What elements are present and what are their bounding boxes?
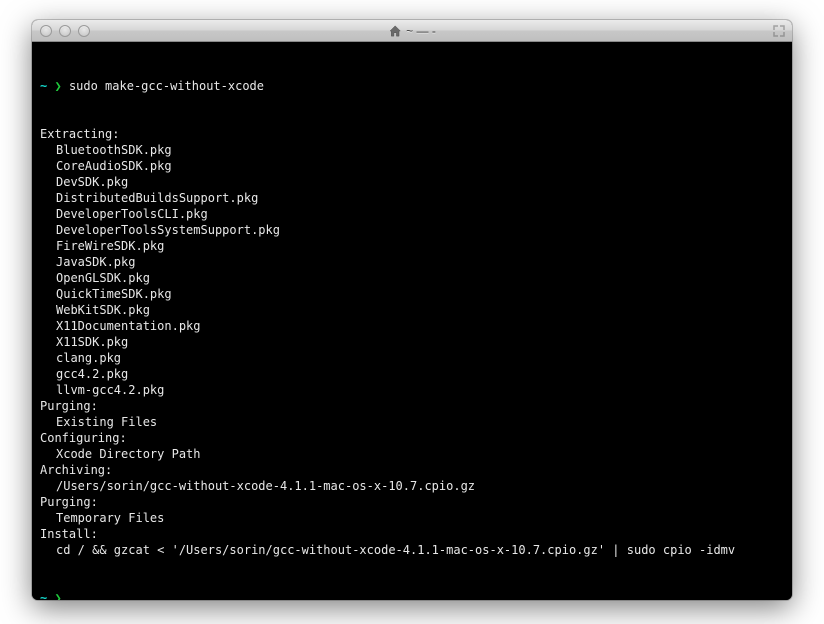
prompt-dir: ~ (40, 79, 47, 93)
output-section-header: Extracting: (40, 126, 784, 142)
close-button[interactable] (40, 25, 52, 37)
output-item: BluetoothSDK.pkg (40, 142, 784, 158)
output-item: gcc4.2.pkg (40, 366, 784, 382)
output-item: cd / && gzcat < '/Users/sorin/gcc-withou… (40, 542, 784, 558)
window-title: ~ — - (388, 24, 436, 38)
output-item: X11SDK.pkg (40, 334, 784, 350)
output-section-header: Archiving: (40, 462, 784, 478)
output: Extracting:BluetoothSDK.pkgCoreAudioSDK.… (40, 126, 784, 558)
prompt-line: ~ ❯ sudo make-gcc-without-xcode (40, 78, 784, 94)
output-item: DevSDK.pkg (40, 174, 784, 190)
output-item: DeveloperToolsSystemSupport.pkg (40, 222, 784, 238)
home-icon (388, 25, 402, 37)
prompt-dir: ~ (40, 591, 47, 600)
output-item: WebKitSDK.pkg (40, 302, 784, 318)
output-section-header: Install: (40, 526, 784, 542)
output-item: DeveloperToolsCLI.pkg (40, 206, 784, 222)
prompt-arrow: ❯ (54, 79, 61, 93)
prompt-line-2: ~ ❯ (40, 590, 784, 600)
output-section-header: Purging: (40, 398, 784, 414)
window-title-text: ~ — - (406, 24, 436, 38)
output-item: QuickTimeSDK.pkg (40, 286, 784, 302)
titlebar[interactable]: ~ — - (32, 20, 792, 42)
output-item: llvm-gcc4.2.pkg (40, 382, 784, 398)
output-item: /Users/sorin/gcc-without-xcode-4.1.1-mac… (40, 478, 784, 494)
output-item: Xcode Directory Path (40, 446, 784, 462)
output-item: FireWireSDK.pkg (40, 238, 784, 254)
output-item: clang.pkg (40, 350, 784, 366)
zoom-button[interactable] (78, 25, 90, 37)
output-section-header: Configuring: (40, 430, 784, 446)
prompt-arrow: ❯ (54, 591, 61, 600)
output-item: JavaSDK.pkg (40, 254, 784, 270)
fullscreen-button[interactable] (772, 24, 786, 38)
output-item: DistributedBuildsSupport.pkg (40, 190, 784, 206)
output-item: CoreAudioSDK.pkg (40, 158, 784, 174)
minimize-button[interactable] (59, 25, 71, 37)
output-item: X11Documentation.pkg (40, 318, 784, 334)
command-text: sudo make-gcc-without-xcode (69, 79, 264, 93)
output-section-header: Purging: (40, 494, 784, 510)
output-item: OpenGLSDK.pkg (40, 270, 784, 286)
traffic-lights (40, 25, 90, 37)
output-item: Temporary Files (40, 510, 784, 526)
output-item: Existing Files (40, 414, 784, 430)
terminal-window: ~ — - ~ ❯ sudo make-gcc-without-xcode Ex… (32, 20, 792, 600)
terminal-body[interactable]: ~ ❯ sudo make-gcc-without-xcode Extracti… (32, 42, 792, 600)
